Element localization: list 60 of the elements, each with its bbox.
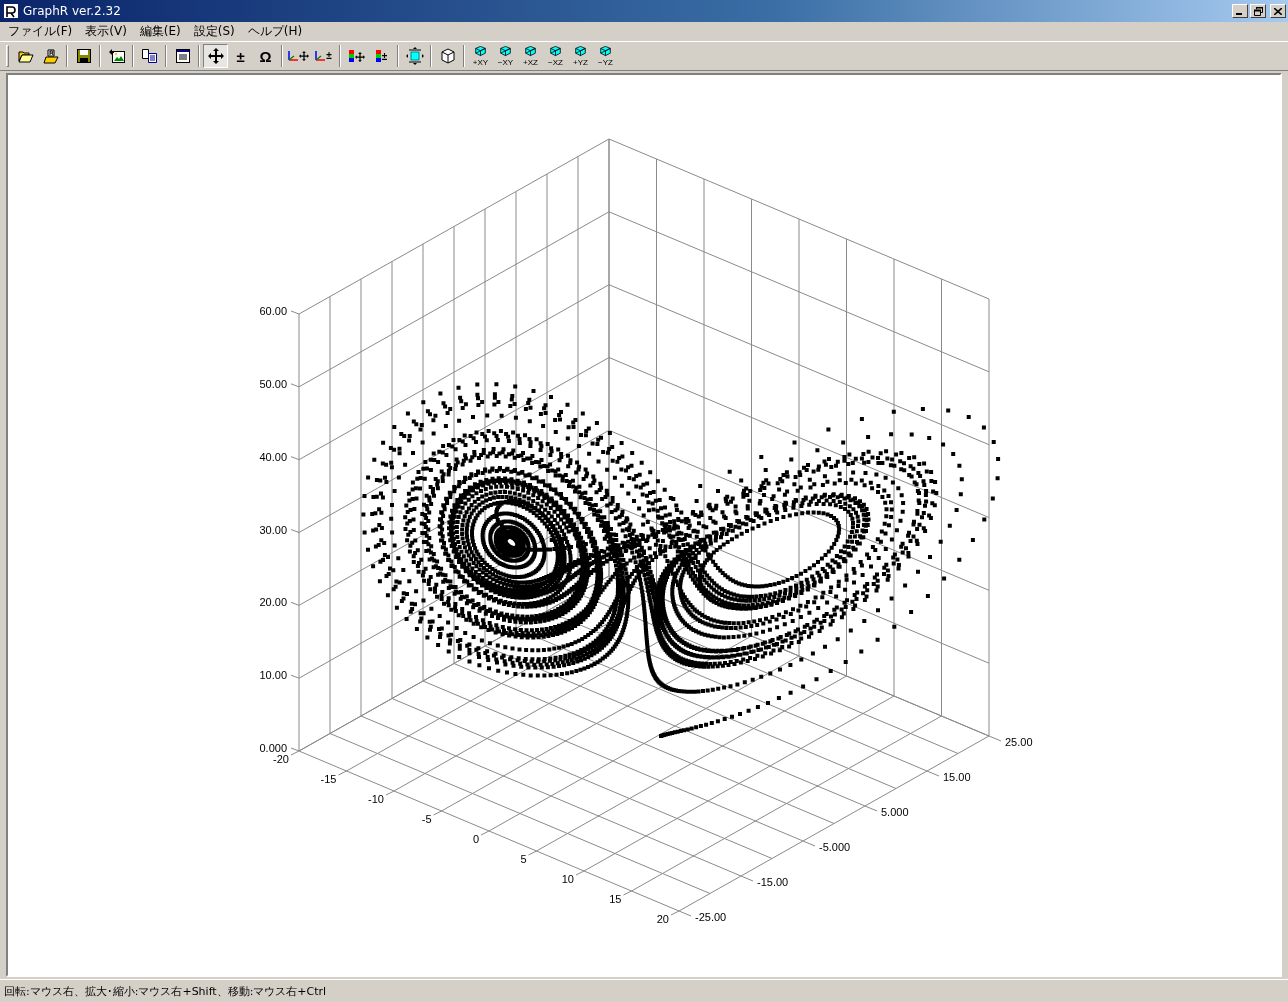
menu-item[interactable]: 編集(E)	[133, 23, 188, 40]
x-axis-tick-label: -10	[368, 793, 384, 805]
move-arrows-icon	[299, 51, 309, 61]
axes-icon	[288, 51, 298, 61]
menu-item[interactable]: ファイル(F)	[2, 23, 80, 40]
toolbar-glyph: Ω	[259, 48, 272, 64]
view-cube-icon	[474, 45, 487, 58]
y-axis-tick-label: 15.00	[943, 771, 971, 783]
x-axis-tick-label: -20	[273, 753, 289, 765]
restore-icon	[1253, 6, 1263, 16]
toolbar-glyph: ±	[236, 48, 245, 64]
menu-item[interactable]: ヘルプ(H)	[241, 23, 310, 40]
x-axis-tick-label: -5	[421, 813, 432, 825]
picture-icon	[108, 49, 125, 63]
color-bar-icon	[348, 50, 354, 62]
x-axis-tick-label: 15	[609, 893, 622, 905]
menu-item[interactable]: 設定(S)	[187, 23, 242, 40]
folder-icon	[17, 49, 34, 63]
z-axis-tick-label: 20.00	[259, 596, 287, 609]
x-axis-tick-label: 0	[472, 833, 479, 845]
y-axis-tick-label: -5.000	[819, 841, 851, 853]
axes-icon	[315, 51, 326, 61]
file-folder-icon	[42, 48, 59, 64]
cube-icon	[439, 48, 456, 64]
app-icon	[3, 3, 19, 19]
y-axis-tick-label: 5.000	[881, 806, 909, 818]
z-axis-tick-label: 30.00	[259, 523, 287, 536]
document-icon	[175, 49, 190, 63]
view-cube-icon	[599, 45, 612, 58]
view-cube-icon	[524, 45, 537, 58]
move-arrows-icon	[207, 48, 224, 64]
window-title: GraphR ver.2.32	[23, 4, 122, 18]
toolbar-button[interactable]	[203, 44, 228, 68]
view-cube-icon	[499, 45, 512, 58]
restore-button[interactable]	[1250, 4, 1266, 18]
view-cube-icon	[574, 45, 587, 58]
z-axis-tick-label: 50.00	[259, 377, 287, 390]
x-axis-tick-label: -15	[320, 773, 337, 785]
toolbar-glyph: ±	[326, 51, 332, 61]
color-bar-icon	[375, 50, 381, 62]
z-axis-tick-label: 0.000	[259, 742, 287, 754]
x-axis-tick-label: 5	[520, 853, 527, 865]
x-axis-tick-label: 10	[561, 873, 574, 885]
y-axis-tick-label: 25.00	[1005, 736, 1033, 748]
copy-icon	[142, 49, 157, 63]
toolbar-glyph: ±	[381, 52, 388, 62]
menu-item[interactable]: 表示(V)	[79, 23, 134, 40]
y-axis-tick-label: -25.00	[695, 911, 727, 923]
z-axis-tick-label: 10.00	[259, 669, 287, 682]
status-text: 回転:マウス右、拡大･縮小:マウス右+Shift、移動:マウス右+Ctrl	[4, 983, 327, 999]
close-icon	[1274, 7, 1282, 15]
x-axis-tick-label: 20	[656, 913, 669, 925]
y-axis-tick-label: -15.00	[757, 876, 789, 888]
move-arrows-icon	[354, 52, 365, 62]
view-cube-icon	[549, 45, 562, 58]
z-axis-tick-label: 60.00	[259, 305, 287, 317]
fit-to-window-icon	[405, 47, 424, 65]
z-axis-tick-label: 40.00	[259, 450, 287, 463]
minimize-button[interactable]	[1232, 4, 1248, 18]
close-button[interactable]	[1270, 4, 1286, 18]
